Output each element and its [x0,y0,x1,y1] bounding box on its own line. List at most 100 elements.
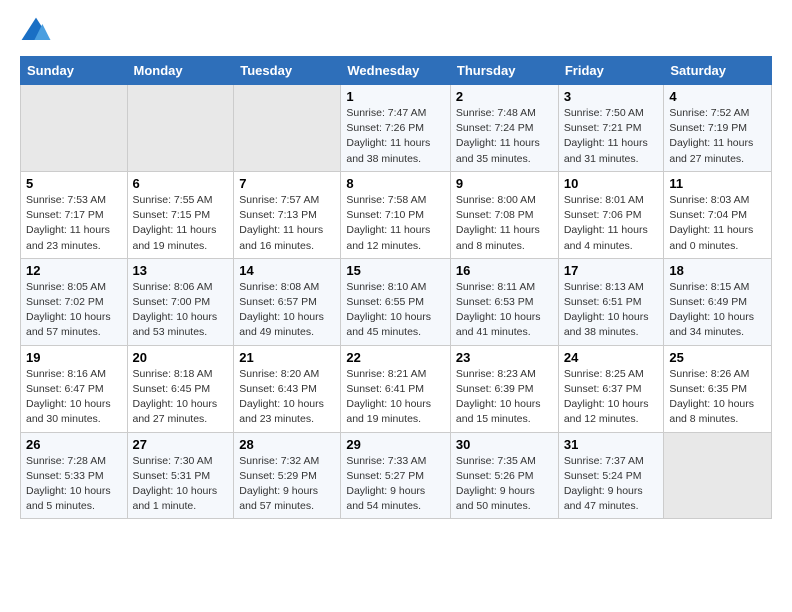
header-cell-saturday: Saturday [664,57,772,85]
day-info: Sunrise: 8:10 AM Sunset: 6:55 PM Dayligh… [346,280,445,341]
calendar-cell: 20 Sunrise: 8:18 AM Sunset: 6:45 PM Dayli… [127,345,234,432]
day-number: 29 [346,437,445,452]
header-cell-tuesday: Tuesday [234,57,341,85]
day-info: Sunrise: 8:03 AM Sunset: 7:04 PM Dayligh… [669,193,766,254]
day-info: Sunrise: 8:20 AM Sunset: 6:43 PM Dayligh… [239,367,335,428]
week-row-4: 19Sunrise: 8:16 AM Sunset: 6:47 PM Dayli… [21,345,772,432]
day-info: Sunrise: 8:11 AM Sunset: 6:53 PM Dayligh… [456,280,553,341]
day-info: Sunrise: 8:26 AM Sunset: 6:35 PM Dayligh… [669,367,766,428]
day-info: Sunrise: 8:18 AM Sunset: 6:45 PM Dayligh… [133,367,229,428]
day-number: 1 [346,89,445,104]
calendar-cell: 23 Sunrise: 8:23 AM Sunset: 6:39 PM Dayli… [450,345,558,432]
day-info: Sunrise: 8:15 AM Sunset: 6:49 PM Dayligh… [669,280,766,341]
day-number: 18 [669,263,766,278]
calendar-cell: 24 Sunrise: 8:25 AM Sunset: 6:37 PM Dayli… [558,345,664,432]
day-number: 21 [239,350,335,365]
day-info: Sunrise: 7:57 AM Sunset: 7:13 PM Dayligh… [239,193,335,254]
day-number: 23 [456,350,553,365]
calendar-cell: 30Sunrise: 7:35 AM Sunset: 5:26 PM Dayli… [450,432,558,519]
day-info: Sunrise: 8:01 AM Sunset: 7:06 PM Dayligh… [564,193,659,254]
day-info: Sunrise: 7:28 AM Sunset: 5:33 PM Dayligh… [26,454,122,515]
calendar-cell: 31 Sunrise: 7:37 AM Sunset: 5:24 PM Dayli… [558,432,664,519]
header-cell-wednesday: Wednesday [341,57,451,85]
calendar-cell: 9Sunrise: 8:00 AM Sunset: 7:08 PM Daylig… [450,171,558,258]
calendar-cell: 2 Sunrise: 7:48 AM Sunset: 7:24 PM Daylig… [450,85,558,172]
day-info: Sunrise: 8:06 AM Sunset: 7:00 PM Dayligh… [133,280,229,341]
calendar-table: SundayMondayTuesdayWednesdayThursdayFrid… [20,56,772,519]
calendar-cell: 18 Sunrise: 8:15 AM Sunset: 6:49 PM Dayli… [664,258,772,345]
day-number: 6 [133,176,229,191]
calendar-cell: 15 Sunrise: 8:10 AM Sunset: 6:55 PM Dayli… [341,258,451,345]
header [20,16,772,44]
calendar-cell: 19Sunrise: 8:16 AM Sunset: 6:47 PM Dayli… [21,345,128,432]
day-info: Sunrise: 8:23 AM Sunset: 6:39 PM Dayligh… [456,367,553,428]
header-cell-sunday: Sunday [21,57,128,85]
day-info: Sunrise: 7:47 AM Sunset: 7:26 PM Dayligh… [346,106,445,167]
calendar-cell: 4Sunrise: 7:52 AM Sunset: 7:19 PM Daylig… [664,85,772,172]
day-number: 11 [669,176,766,191]
day-number: 15 [346,263,445,278]
header-cell-monday: Monday [127,57,234,85]
day-number: 22 [346,350,445,365]
calendar-cell: 21 Sunrise: 8:20 AM Sunset: 6:43 PM Dayli… [234,345,341,432]
day-number: 13 [133,263,229,278]
calendar-cell: 7 Sunrise: 7:57 AM Sunset: 7:13 PM Daylig… [234,171,341,258]
logo-icon [20,16,52,44]
day-info: Sunrise: 7:35 AM Sunset: 5:26 PM Dayligh… [456,454,553,515]
day-number: 10 [564,176,659,191]
calendar-cell: 27 Sunrise: 7:30 AM Sunset: 5:31 PM Dayli… [127,432,234,519]
day-info: Sunrise: 7:58 AM Sunset: 7:10 PM Dayligh… [346,193,445,254]
day-number: 27 [133,437,229,452]
day-number: 24 [564,350,659,365]
day-info: Sunrise: 8:13 AM Sunset: 6:51 PM Dayligh… [564,280,659,341]
day-number: 25 [669,350,766,365]
day-number: 20 [133,350,229,365]
calendar-cell: 10 Sunrise: 8:01 AM Sunset: 7:06 PM Dayli… [558,171,664,258]
calendar-cell: 8 Sunrise: 7:58 AM Sunset: 7:10 PM Daylig… [341,171,451,258]
day-number: 3 [564,89,659,104]
day-number: 26 [26,437,122,452]
calendar-cell: 14 Sunrise: 8:08 AM Sunset: 6:57 PM Dayli… [234,258,341,345]
calendar-cell: 25 Sunrise: 8:26 AM Sunset: 6:35 PM Dayli… [664,345,772,432]
day-number: 31 [564,437,659,452]
calendar-cell [664,432,772,519]
day-info: Sunrise: 7:55 AM Sunset: 7:15 PM Dayligh… [133,193,229,254]
day-info: Sunrise: 7:52 AM Sunset: 7:19 PM Dayligh… [669,106,766,167]
calendar-cell: 26 Sunrise: 7:28 AM Sunset: 5:33 PM Dayli… [21,432,128,519]
page: SundayMondayTuesdayWednesdayThursdayFrid… [0,0,792,535]
day-info: Sunrise: 8:25 AM Sunset: 6:37 PM Dayligh… [564,367,659,428]
calendar-cell: 5Sunrise: 7:53 AM Sunset: 7:17 PM Daylig… [21,171,128,258]
day-number: 17 [564,263,659,278]
week-row-3: 12 Sunrise: 8:05 AM Sunset: 7:02 PM Dayli… [21,258,772,345]
calendar-cell: 13 Sunrise: 8:06 AM Sunset: 7:00 PM Dayli… [127,258,234,345]
header-cell-friday: Friday [558,57,664,85]
day-info: Sunrise: 7:32 AM Sunset: 5:29 PM Dayligh… [239,454,335,515]
calendar-cell: 29 Sunrise: 7:33 AM Sunset: 5:27 PM Dayli… [341,432,451,519]
calendar-cell [21,85,128,172]
day-number: 12 [26,263,122,278]
day-info: Sunrise: 7:48 AM Sunset: 7:24 PM Dayligh… [456,106,553,167]
day-info: Sunrise: 7:33 AM Sunset: 5:27 PM Dayligh… [346,454,445,515]
day-info: Sunrise: 7:37 AM Sunset: 5:24 PM Dayligh… [564,454,659,515]
day-number: 14 [239,263,335,278]
header-cell-thursday: Thursday [450,57,558,85]
logo [20,16,56,44]
day-info: Sunrise: 7:50 AM Sunset: 7:21 PM Dayligh… [564,106,659,167]
day-info: Sunrise: 8:21 AM Sunset: 6:41 PM Dayligh… [346,367,445,428]
day-info: Sunrise: 8:08 AM Sunset: 6:57 PM Dayligh… [239,280,335,341]
week-row-2: 5Sunrise: 7:53 AM Sunset: 7:17 PM Daylig… [21,171,772,258]
calendar-cell: 6 Sunrise: 7:55 AM Sunset: 7:15 PM Daylig… [127,171,234,258]
calendar-cell: 16 Sunrise: 8:11 AM Sunset: 6:53 PM Dayli… [450,258,558,345]
day-info: Sunrise: 8:05 AM Sunset: 7:02 PM Dayligh… [26,280,122,341]
header-row: SundayMondayTuesdayWednesdayThursdayFrid… [21,57,772,85]
calendar-cell [234,85,341,172]
week-row-5: 26 Sunrise: 7:28 AM Sunset: 5:33 PM Dayli… [21,432,772,519]
calendar-cell: 11 Sunrise: 8:03 AM Sunset: 7:04 PM Dayli… [664,171,772,258]
day-number: 8 [346,176,445,191]
day-number: 19 [26,350,122,365]
day-info: Sunrise: 7:30 AM Sunset: 5:31 PM Dayligh… [133,454,229,515]
day-number: 7 [239,176,335,191]
day-number: 2 [456,89,553,104]
day-number: 16 [456,263,553,278]
day-number: 28 [239,437,335,452]
